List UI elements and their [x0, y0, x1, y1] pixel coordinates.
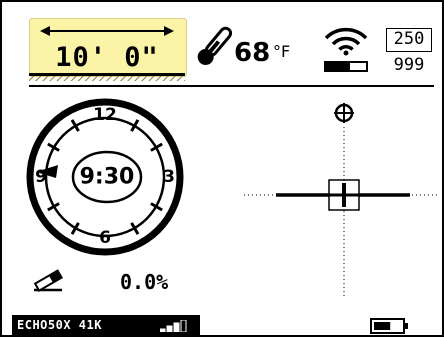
- status-bar: ECHO50X 41K: [12, 315, 200, 335]
- signal-bar: [166, 325, 173, 332]
- temperature-value: 68: [234, 38, 271, 68]
- signal-bar: [180, 320, 187, 332]
- temperature-unit: °F: [273, 42, 291, 61]
- signal-bar: [160, 328, 166, 332]
- ground-line: [29, 73, 185, 81]
- locate-display: [244, 103, 440, 297]
- signal-bars-icon: [160, 320, 187, 332]
- roll-clock: 12 3 6 9 9:30: [26, 98, 184, 256]
- signal-strength-bar: [324, 61, 368, 72]
- depth-value: 10' 0": [55, 42, 159, 73]
- signal-bar: [173, 322, 180, 332]
- thermometer-icon: [197, 26, 232, 65]
- locator-screen: 10' 0" 68 °F 250 999 12 3 6 9 9:30 0.0% …: [0, 0, 444, 337]
- clock-number-12: 12: [93, 105, 117, 125]
- target-icon: [334, 103, 354, 123]
- transmitter-info: ECHO50X 41K: [17, 318, 102, 332]
- clock-number-3: 3: [163, 167, 175, 187]
- signal-strength-fill: [326, 63, 350, 70]
- clock-time: 9:30: [80, 165, 135, 190]
- gain-value-bottom: 999: [393, 55, 425, 75]
- receiver-marker: [342, 183, 346, 207]
- pitch-icon: [33, 269, 63, 292]
- clock-number-6: 6: [99, 228, 111, 248]
- header-divider: [29, 85, 434, 87]
- pitch-value: 0.0%: [120, 270, 169, 294]
- wifi-icon: [324, 27, 368, 56]
- depth-arrow-icon: [40, 26, 174, 36]
- gain-value-top: 250: [386, 28, 432, 52]
- battery-icon: [370, 318, 408, 334]
- battery-level: [374, 322, 391, 330]
